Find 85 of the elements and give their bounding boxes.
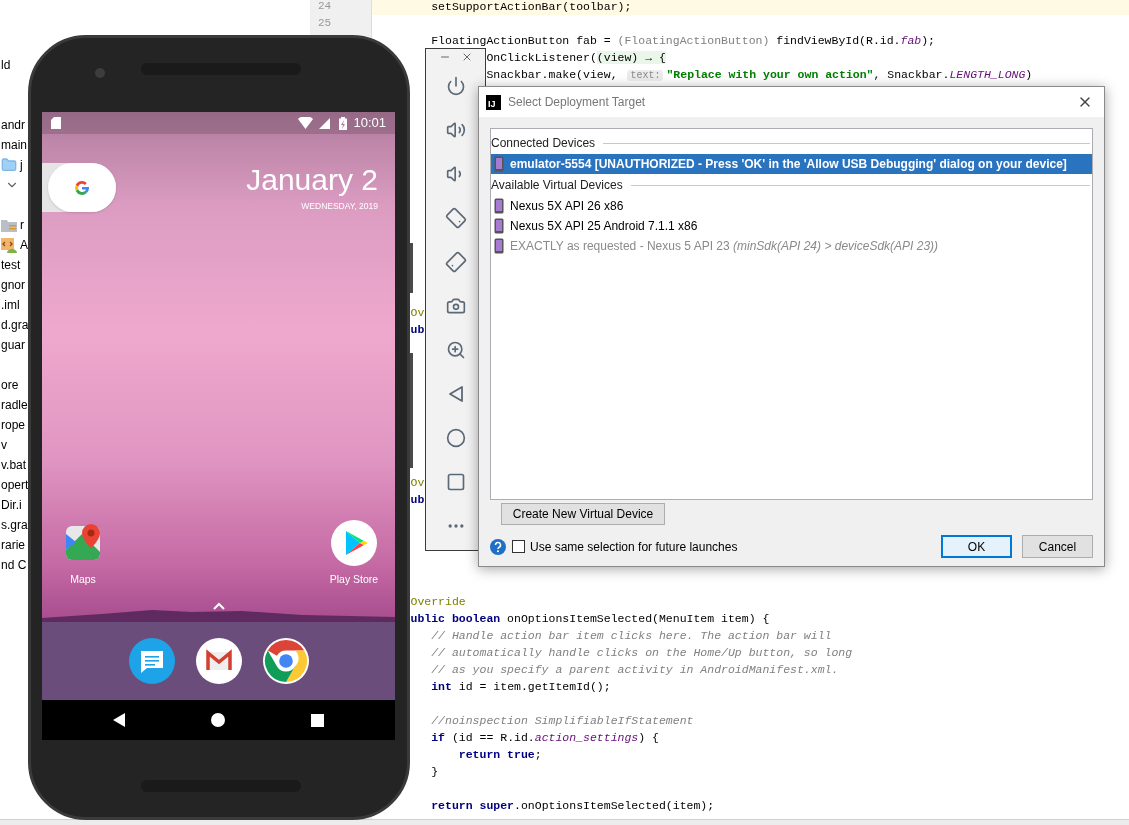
code-line: Snackbar.make(view, text: "Replace with your own action", Snackbar.LENGTH_LONG) [486, 67, 1033, 83]
dialog-title: Select Deployment Target [508, 94, 646, 111]
tree-item[interactable]: d.gra [1, 316, 29, 334]
code-line: if (id == R.id.action_settings) { [431, 730, 659, 746]
play-store-icon[interactable] [331, 520, 377, 567]
tree-item[interactable]: A [20, 236, 28, 254]
phone-icon [494, 238, 504, 254]
code-line: Override [410, 594, 466, 610]
section-heading: Connected Devices [491, 135, 596, 152]
tree-item[interactable]: ld [1, 56, 11, 74]
phone-icon [494, 198, 504, 214]
code-line: ub [410, 322, 425, 338]
search-widget[interactable] [48, 163, 116, 212]
device-row[interactable]: Nexus 5X API 26 x86 [491, 196, 1092, 216]
code-line: // automatically handle clicks on the Home/Up button, so long [431, 645, 853, 661]
tree-item[interactable]: nd C [1, 556, 27, 574]
tree-item[interactable]: guar [1, 336, 26, 354]
overview-icon[interactable] [311, 713, 324, 727]
camera-icon[interactable] [445, 296, 466, 316]
messages-icon[interactable] [128, 638, 175, 684]
code-line: OnClickListener((view) → { [486, 50, 666, 66]
volume-up-icon[interactable] [445, 120, 466, 140]
code-line: ub [410, 492, 425, 508]
browser-icon[interactable] [262, 638, 309, 684]
tree-item[interactable]: j [20, 156, 23, 174]
phone-icon [494, 218, 504, 234]
wifi-icon [298, 117, 314, 129]
help-icon[interactable] [490, 538, 506, 555]
code-line: FloatingActionButton fab = (FloatingActionButton) findViewById(R.id.fab); [431, 33, 936, 49]
app-logo: IJ [486, 94, 501, 110]
resource-folder-icon [1, 218, 17, 232]
code-line: Ov [410, 475, 425, 491]
code-line: ublic boolean onOptionsItemSelected(MenuItem item) { [410, 611, 770, 627]
code-line: int id = item.getItemId(); [431, 679, 611, 695]
folder-icon [1, 157, 17, 173]
code-line: setSupportActionBar(toolbar); [431, 0, 632, 15]
tree-item[interactable]: s.gra [1, 516, 28, 534]
line-number: 24 [318, 0, 332, 14]
phone-camera [95, 68, 105, 78]
app-label: Play Store [329, 572, 379, 588]
code-line: } [431, 764, 439, 780]
tree-item[interactable]: v [1, 436, 7, 454]
tree-item[interactable]: opert [1, 476, 29, 494]
tree-item[interactable]: rarie [1, 536, 25, 554]
signal-icon [319, 117, 331, 129]
home-icon[interactable] [211, 713, 225, 727]
tree-item[interactable]: v.bat [1, 456, 27, 474]
date-text: January 2 [246, 163, 378, 197]
line-number: 25 [318, 16, 332, 31]
tree-item[interactable]: Dir.i [1, 496, 22, 514]
phone-icon [494, 156, 504, 172]
cancel-button[interactable]: Cancel [1022, 535, 1093, 558]
create-device-button[interactable]: Create New Virtual Device [501, 503, 665, 525]
code-line: Ov [410, 305, 425, 321]
checkbox[interactable] [512, 540, 525, 553]
section-heading: Available Virtual Devices [491, 177, 623, 194]
code-line: // as you specify a parent activity in AndroidManifest.xml. [431, 662, 839, 678]
tree-item[interactable]: rope [1, 416, 26, 434]
checkbox-label: Use same selection for future launches [530, 538, 738, 556]
tree-item[interactable]: r [20, 216, 24, 234]
power-icon[interactable] [445, 76, 466, 96]
tree-item[interactable]: radle [1, 396, 28, 414]
weekday-text: WEDNESDAY, 2019 [301, 200, 378, 213]
tree-item[interactable]: ore [1, 376, 19, 394]
mail-envelope-icon[interactable] [195, 638, 242, 684]
app-label: Maps [70, 572, 96, 588]
caret-up-icon[interactable] [212, 602, 225, 610]
device-row[interactable]: emulator-5554 [UNAUTHORIZED - Press 'OK' in the 'Allow USB Debugging' dialog on your device] [491, 154, 1092, 174]
tree-item[interactable]: andr [1, 116, 26, 134]
code-line: return super.onOptionsItemSelected(item); [431, 798, 715, 814]
tree-item[interactable]: main [1, 136, 27, 154]
status-time: 10:01 [353, 114, 386, 133]
tree-item[interactable]: gnor [1, 276, 26, 294]
battery-icon [339, 116, 348, 130]
tree-item[interactable]: test [1, 256, 21, 274]
manifest-file-icon [1, 237, 17, 253]
sd-card-icon [51, 117, 61, 129]
code-line: // Handle action bar item clicks here. The action bar will [431, 628, 832, 644]
ok-button[interactable]: OK [941, 535, 1012, 558]
code-line: return true; [458, 747, 542, 763]
back-icon[interactable] [113, 713, 125, 727]
tree-item[interactable]: .iml [1, 296, 20, 314]
code-line: //noinspection SimplifiableIfStatement [431, 713, 694, 729]
zoom-icon[interactable] [445, 340, 466, 360]
device-row[interactable]: Nexus 5X API 25 Android 7.1.1 x86 [491, 216, 1092, 236]
